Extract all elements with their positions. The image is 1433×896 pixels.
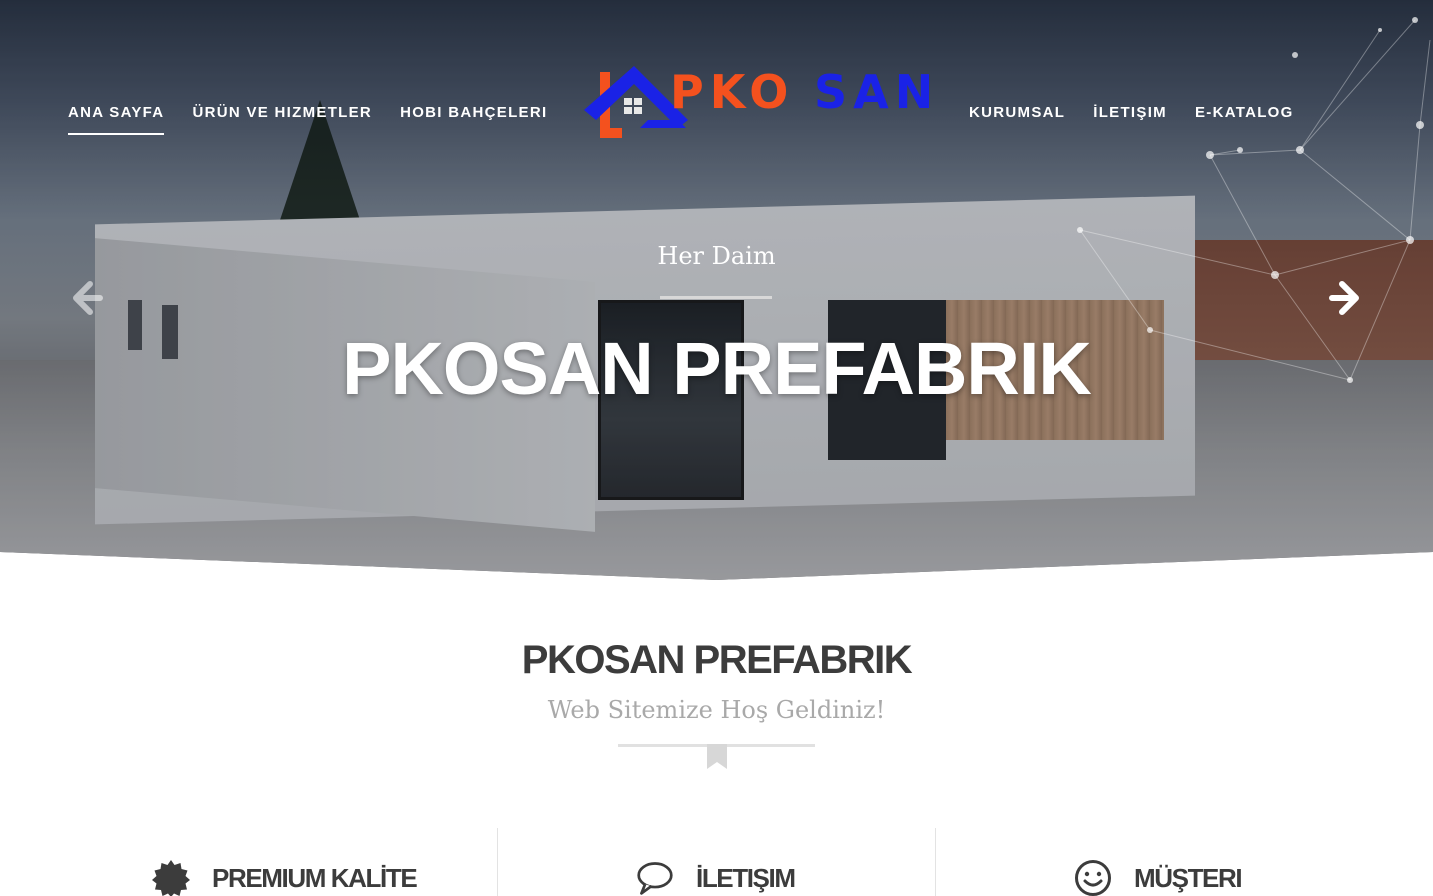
welcome-title: PKOSAN PREFABRIK (521, 638, 913, 682)
nav-item-urun-ve-hizmetler[interactable]: ÜRÜN VE HIZMETLER (192, 103, 372, 125)
feature-label: MÜŞTERI (1134, 862, 1243, 893)
hero-kicker-underline (660, 296, 772, 299)
site-logo[interactable]: PKO SAN (582, 62, 952, 142)
nav-item-e-katalog[interactable]: E-KATALOG (1195, 103, 1294, 125)
feature-musteri: MÜŞTERI (1074, 858, 1243, 896)
main-nav-right: KURUMSAL İLETIŞIM E-KATALOG (969, 103, 1294, 125)
badge-icon (152, 859, 190, 896)
feature-separator (497, 828, 498, 896)
main-nav-left: ANA SAYFA ÜRÜN VE HIZMETLER HOBI BAHÇELE… (68, 103, 547, 135)
nav-item-hobi-bahceleri[interactable]: HOBI BAHÇELERI (400, 103, 547, 125)
feature-iletisim: İLETIŞIM (636, 858, 796, 896)
logo-text-blue: SAN (814, 65, 939, 119)
welcome-subtitle: Web Sitemize Hoş Geldiniz! (547, 696, 886, 724)
feature-separator (935, 828, 936, 896)
logo-text-orange: PKO (670, 65, 794, 119)
nav-item-iletisim[interactable]: İLETIŞIM (1093, 103, 1167, 125)
smiley-icon (1074, 859, 1112, 896)
nav-item-ana-sayfa[interactable]: ANA SAYFA (68, 103, 165, 135)
bookmark-ribbon-icon (707, 744, 727, 769)
slider-next-button[interactable] (1326, 276, 1366, 320)
slider-prev-button[interactable] (66, 276, 106, 320)
arrow-right-icon (1329, 281, 1359, 315)
arrow-left-icon (73, 281, 103, 315)
speech-bubble-icon (636, 859, 674, 896)
nav-item-kurumsal[interactable]: KURUMSAL (969, 103, 1065, 125)
hero-title: PKOSAN PREFABRIK (342, 327, 1092, 410)
house-logo-icon: PKO SAN (584, 65, 939, 138)
hero-kicker: Her Daim (657, 242, 776, 270)
feature-label: PREMIUM KALİTE (212, 862, 418, 893)
feature-premium-kalite: PREMIUM KALİTE (152, 858, 418, 896)
feature-label: İLETIŞIM (696, 862, 796, 893)
